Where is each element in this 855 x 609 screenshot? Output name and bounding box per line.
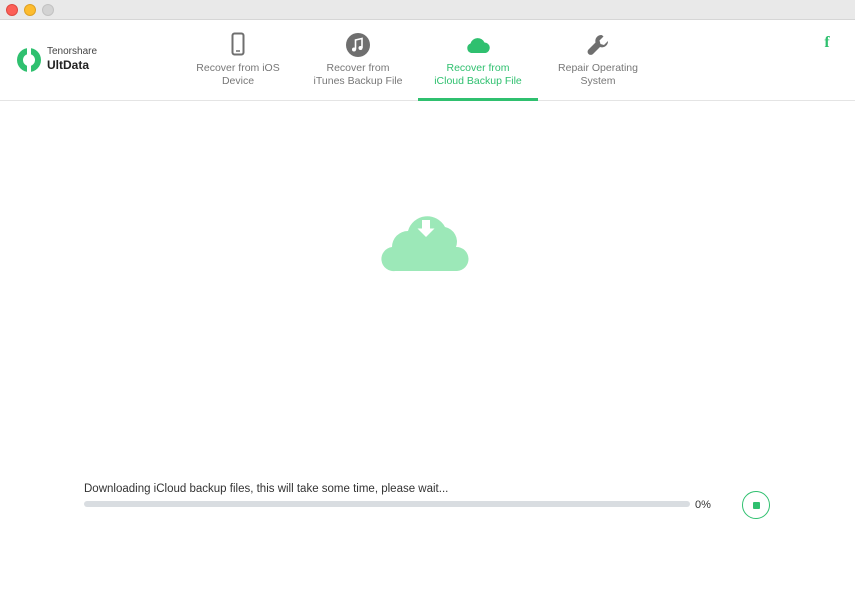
download-progress-bar [84, 501, 690, 507]
music-note-icon [346, 33, 370, 57]
brand: Tenorshare UltData [14, 44, 124, 76]
wrench-icon [587, 34, 609, 55]
tenorshare-logo-icon [17, 47, 41, 73]
download-status-text: Downloading iCloud backup files, this wi… [84, 483, 449, 495]
tab-repair-operating-system[interactable]: Repair Operating System [538, 20, 658, 101]
tab-recover-icloud-backup[interactable]: Recover from iCloud Backup File [418, 20, 538, 101]
window-minimize-button[interactable] [24, 4, 36, 16]
cloud-icon [467, 38, 490, 53]
cloud-download-icon [381, 216, 469, 272]
window-titlebar [0, 0, 855, 20]
facebook-icon[interactable]: f [818, 34, 836, 56]
brand-product: UltData [47, 58, 90, 72]
window-zoom-button[interactable] [42, 4, 54, 16]
active-tab-indicator [418, 98, 538, 101]
tab-label: Recover from iOS Device [196, 62, 280, 87]
phone-icon [231, 32, 245, 56]
tab-label: Recover from iTunes Backup File [313, 62, 403, 87]
tab-recover-itunes-backup[interactable]: Recover from iTunes Backup File [298, 20, 418, 101]
tab-label: Repair Operating System [558, 62, 638, 87]
download-percent: 0% [695, 499, 711, 511]
brand-company: Tenorshare [47, 46, 98, 57]
tab-label: Recover from iCloud Backup File [434, 62, 522, 87]
stop-icon [752, 501, 760, 509]
window-close-button[interactable] [6, 4, 18, 16]
tab-recover-ios-device[interactable]: Recover from iOS Device [178, 20, 298, 101]
stop-download-button[interactable] [742, 491, 770, 519]
app-header: Tenorshare UltData Recover from iOS Devi… [0, 20, 855, 101]
